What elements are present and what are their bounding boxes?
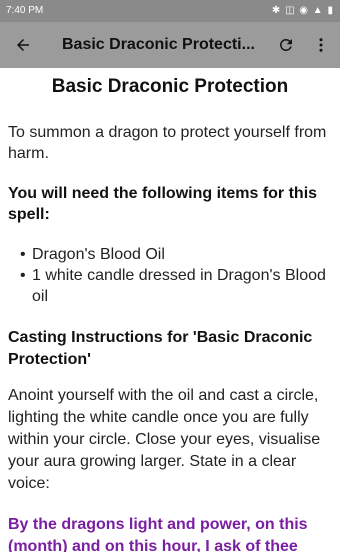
- list-item-text: Dragon's Blood Oil: [32, 246, 165, 263]
- more-vert-icon: [319, 38, 323, 52]
- chant-text: By the dragons light and power, on this …: [8, 516, 308, 552]
- status-time: 7:40 PM: [6, 5, 44, 16]
- bullet-icon: •: [20, 246, 26, 263]
- more-options-button[interactable]: [308, 30, 334, 60]
- list-item-text: 1 white candle dressed in Dragon's Blood…: [32, 267, 326, 305]
- items-heading: You will need the following items for th…: [8, 185, 318, 223]
- status-icons: ✱ ◫ ◉ ▲ ▮: [271, 5, 334, 16]
- list-item: • 1 white candle dressed in Dragon's Blo…: [8, 265, 334, 307]
- casting-heading: Casting Instructions for 'Basic Draconic…: [8, 329, 313, 368]
- items-list: • Dragon's Blood Oil • 1 white candle dr…: [8, 244, 334, 307]
- back-button[interactable]: [8, 30, 38, 60]
- status-bar: 7:40 PM ✱ ◫ ◉ ▲ ▮: [0, 0, 340, 22]
- bullet-icon: •: [20, 267, 26, 284]
- article-title: Basic Draconic Protection: [51, 76, 289, 97]
- app-bar: Basic Draconic Protecti...: [0, 22, 340, 68]
- article-content[interactable]: Basic Draconic Protection To summon a dr…: [0, 68, 340, 552]
- app-bar-title: Basic Draconic Protecti...: [62, 36, 255, 53]
- instructions-text: Anoint yourself with the oil and cast a …: [8, 387, 321, 492]
- back-arrow-icon: [17, 39, 29, 51]
- list-item: • Dragon's Blood Oil: [8, 244, 334, 265]
- refresh-button[interactable]: [272, 30, 300, 60]
- intro-text: To summon a dragon to protect yourself f…: [8, 124, 327, 162]
- refresh-icon: [280, 39, 292, 51]
